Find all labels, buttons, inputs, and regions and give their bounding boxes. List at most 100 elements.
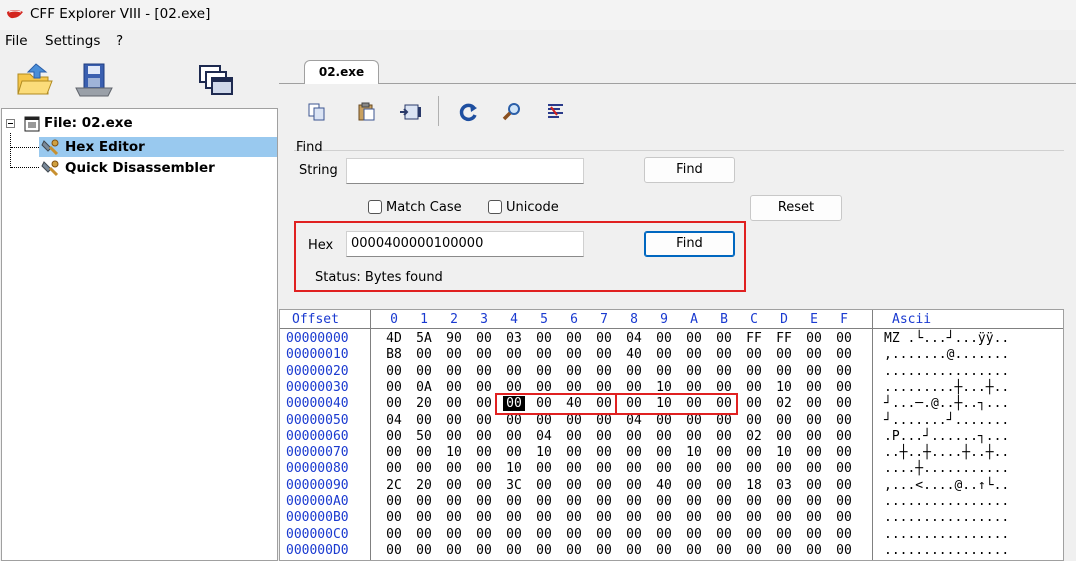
hex-byte[interactable]: 00 — [383, 494, 405, 509]
open-folder-icon[interactable] — [16, 62, 54, 98]
hex-byte[interactable]: 00 — [503, 413, 525, 428]
hex-byte[interactable]: 00 — [563, 510, 585, 525]
hex-byte[interactable]: 5A — [413, 331, 435, 346]
hex-byte[interactable]: 00 — [833, 461, 855, 476]
hex-byte[interactable]: 00 — [593, 527, 615, 542]
hex-byte[interactable]: 00 — [443, 543, 465, 558]
hex-byte[interactable]: 00 — [683, 527, 705, 542]
hex-byte[interactable]: 00 — [383, 461, 405, 476]
hex-byte[interactable]: 00 — [683, 461, 705, 476]
hex-byte[interactable]: 00 — [533, 396, 555, 411]
hex-byte[interactable]: 00 — [773, 461, 795, 476]
hex-byte[interactable]: 00 — [683, 494, 705, 509]
hex-byte[interactable]: 20 — [413, 396, 435, 411]
hex-byte[interactable]: 00 — [773, 510, 795, 525]
hex-byte[interactable]: 00 — [713, 494, 735, 509]
hex-byte[interactable]: 00 — [503, 494, 525, 509]
hex-byte[interactable]: 00 — [683, 380, 705, 395]
hex-byte[interactable]: 00 — [833, 543, 855, 558]
hex-byte[interactable]: 00 — [593, 380, 615, 395]
ascii-cell[interactable]: ┘...─.@..┼..┐... — [884, 396, 1009, 411]
hex-byte[interactable]: 00 — [623, 527, 645, 542]
hex-byte[interactable]: 00 — [413, 445, 435, 460]
hex-byte[interactable]: 00 — [533, 331, 555, 346]
hex-byte[interactable]: 00 — [533, 413, 555, 428]
hex-byte[interactable]: 00 — [443, 510, 465, 525]
ascii-cell[interactable]: ................ — [884, 527, 1009, 542]
hex-byte[interactable]: 00 — [383, 543, 405, 558]
hex-byte[interactable]: 00 — [683, 331, 705, 346]
hex-byte[interactable]: 04 — [533, 429, 555, 444]
hex-byte[interactable]: 00 — [803, 445, 825, 460]
hex-byte[interactable]: 00 — [593, 478, 615, 493]
hex-byte[interactable]: 00 — [473, 413, 495, 428]
hex-byte[interactable]: 00 — [593, 396, 615, 411]
hex-byte[interactable]: 00 — [563, 461, 585, 476]
ascii-cell[interactable]: .........┼...┼.. — [884, 380, 1009, 395]
hex-byte[interactable]: 00 — [503, 543, 525, 558]
hex-byte[interactable]: 04 — [383, 413, 405, 428]
hex-byte[interactable]: 00 — [383, 380, 405, 395]
save-disk-icon[interactable] — [74, 62, 114, 98]
menu-help[interactable]: ? — [116, 33, 123, 49]
hex-byte[interactable]: 00 — [653, 445, 675, 460]
hex-byte[interactable]: 00 — [383, 364, 405, 379]
hex-byte[interactable]: 00 — [833, 445, 855, 460]
hex-byte[interactable]: 10 — [653, 380, 675, 395]
hex-byte[interactable]: 00 — [473, 478, 495, 493]
hex-byte[interactable]: 00 — [803, 364, 825, 379]
hex-byte[interactable]: 00 — [443, 478, 465, 493]
hex-byte[interactable]: 00 — [743, 461, 765, 476]
hex-byte[interactable]: 00 — [593, 429, 615, 444]
reset-button[interactable]: Reset — [750, 195, 842, 221]
hex-byte[interactable]: 00 — [713, 461, 735, 476]
hex-byte[interactable]: 4D — [383, 331, 405, 346]
hex-byte[interactable]: 00 — [413, 527, 435, 542]
hex-byte[interactable]: 00 — [623, 478, 645, 493]
hex-byte[interactable]: 00 — [683, 543, 705, 558]
ascii-cell[interactable]: ....┼........... — [884, 461, 1009, 476]
hex-byte[interactable]: 00 — [653, 494, 675, 509]
match-case-checkbox[interactable] — [368, 200, 382, 214]
hex-byte[interactable]: 00 — [713, 445, 735, 460]
hex-byte[interactable]: 00 — [593, 364, 615, 379]
hex-byte[interactable]: 00 — [413, 461, 435, 476]
hex-byte[interactable]: 00 — [713, 527, 735, 542]
hex-byte[interactable]: 3C — [503, 478, 525, 493]
hex-byte[interactable]: 00 — [803, 429, 825, 444]
hex-byte[interactable]: 00 — [623, 380, 645, 395]
hex-byte[interactable]: 00 — [593, 347, 615, 362]
hex-byte[interactable]: 18 — [743, 478, 765, 493]
hex-byte[interactable]: 00 — [653, 461, 675, 476]
hex-byte[interactable]: 00 — [473, 380, 495, 395]
hex-byte[interactable]: 00 — [803, 413, 825, 428]
hex-byte[interactable]: 00 — [443, 380, 465, 395]
hex-byte[interactable]: 00 — [473, 396, 495, 411]
hex-byte[interactable]: 10 — [683, 445, 705, 460]
hex-byte[interactable]: 00 — [803, 543, 825, 558]
hex-byte[interactable]: 03 — [773, 478, 795, 493]
hex-byte[interactable]: 00 — [503, 527, 525, 542]
hex-byte[interactable]: 00 — [743, 413, 765, 428]
hex-byte[interactable]: 00 — [773, 347, 795, 362]
hex-byte[interactable]: 00 — [563, 527, 585, 542]
hex-byte[interactable]: 90 — [443, 331, 465, 346]
hex-byte[interactable]: 00 — [593, 510, 615, 525]
hex-byte[interactable]: 00 — [413, 413, 435, 428]
hex-byte[interactable]: 00 — [473, 331, 495, 346]
hex-byte[interactable]: 00 — [473, 429, 495, 444]
hex-byte[interactable]: 10 — [653, 396, 675, 411]
hex-byte[interactable]: 00 — [623, 461, 645, 476]
find-hex-button[interactable]: Find — [644, 231, 735, 257]
hex-byte[interactable]: 00 — [833, 429, 855, 444]
hex-byte[interactable]: 00 — [743, 543, 765, 558]
hex-byte[interactable]: 00 — [473, 445, 495, 460]
hex-byte[interactable]: 00 — [623, 445, 645, 460]
hex-byte[interactable]: 00 — [563, 543, 585, 558]
hex-byte[interactable]: 00 — [413, 347, 435, 362]
hex-byte[interactable]: 00 — [743, 445, 765, 460]
hex-byte[interactable]: 00 — [713, 347, 735, 362]
string-input[interactable] — [346, 158, 584, 184]
hex-byte[interactable]: 00 — [443, 364, 465, 379]
hex-byte[interactable]: 00 — [533, 380, 555, 395]
